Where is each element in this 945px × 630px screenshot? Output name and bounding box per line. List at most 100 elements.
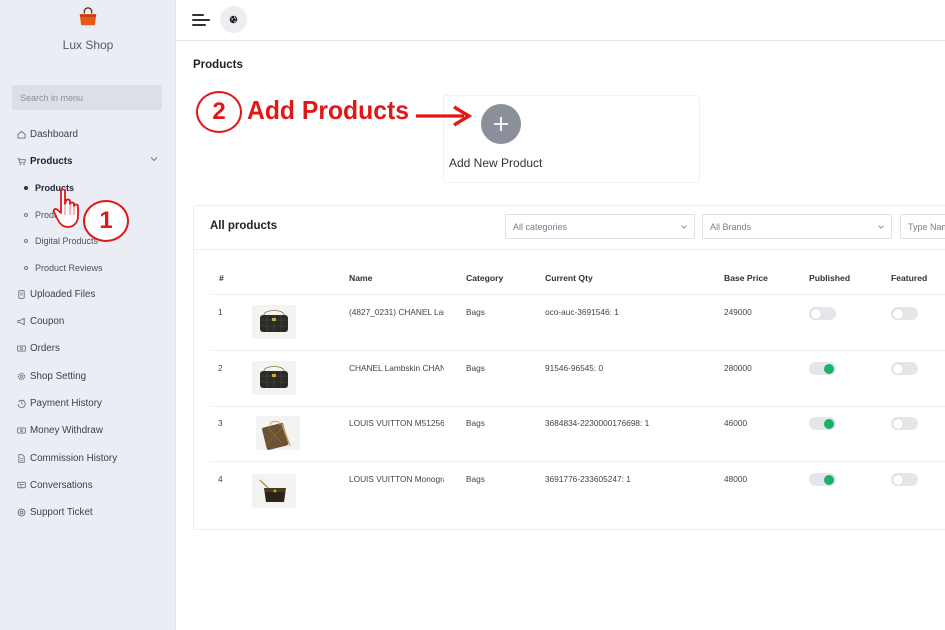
cell-current-qty: 3691776-233605247: 1 — [545, 474, 631, 484]
money-icon — [16, 425, 26, 435]
sidebar-item-label: Conversations — [30, 479, 93, 491]
published-toggle[interactable] — [809, 417, 836, 430]
col-header-name[interactable]: Name — [349, 273, 372, 283]
product-thumbnail[interactable] — [256, 416, 300, 450]
cell-name[interactable]: (4827_0231) CHANEL Lambskin — [349, 307, 444, 317]
annotation-step-2: 2 — [196, 91, 242, 133]
black-quilted-bag-image — [260, 310, 288, 332]
cell-name[interactable]: LOUIS VUITTON Monogram — [349, 474, 444, 484]
brand-select[interactable]: All Brands — [702, 214, 892, 239]
sidebar-item-products[interactable]: Products — [16, 151, 72, 171]
bullet-icon — [24, 213, 28, 217]
shopping-bag-icon — [79, 7, 97, 26]
sidebar-item-conversations[interactable]: Conversations — [16, 475, 93, 495]
cell-current-qty: oco-auc-3691546: 1 — [545, 307, 619, 317]
app-root: Lux Shop Dashboard Products Products — [0, 0, 945, 630]
featured-toggle[interactable] — [891, 473, 918, 486]
brand[interactable]: Lux Shop — [0, 6, 176, 52]
col-header-num: # — [219, 273, 224, 283]
category-select[interactable]: All categories — [505, 214, 695, 239]
menu-search-input[interactable] — [12, 85, 162, 110]
cell-num: 4 — [218, 474, 223, 484]
all-products-panel: All products All categories All Brands #… — [193, 205, 945, 530]
cell-category: Bags — [466, 418, 485, 428]
sidebar-item-payment-history[interactable]: Payment History — [16, 393, 102, 413]
chevron-down-icon — [878, 225, 884, 229]
chevron-down-icon — [681, 225, 687, 229]
cell-name[interactable]: LOUIS VUITTON M51256 Monogram — [349, 418, 444, 428]
cell-category: Bags — [466, 307, 485, 317]
product-thumbnail[interactable] — [252, 305, 296, 339]
sidebar-item-label: Products — [30, 155, 73, 167]
megaphone-icon — [16, 316, 26, 326]
sidebar-item-label: Money Withdraw — [30, 424, 103, 436]
cell-category: Bags — [466, 363, 485, 373]
sidebar-item-uploaded-files[interactable]: Uploaded Files — [16, 284, 95, 304]
annotation-step-1: 1 — [83, 200, 129, 242]
featured-toggle[interactable] — [891, 307, 918, 320]
sidebar-item-coupon[interactable]: Coupon — [16, 311, 64, 331]
add-new-product-card[interactable]: Add New Product — [443, 95, 700, 183]
cell-current-qty: 3684834-2230000176698: 1 — [545, 418, 650, 428]
plus-icon — [481, 104, 521, 144]
col-header-base-price[interactable]: Base Price — [724, 273, 768, 283]
product-thumbnail[interactable] — [252, 361, 296, 395]
category-select-value: All categories — [513, 221, 568, 232]
cell-num: 1 — [218, 307, 223, 317]
cell-base-price: 46000 — [724, 418, 748, 428]
money-icon — [16, 343, 26, 353]
gear-icon — [16, 371, 26, 381]
page-title: Products — [193, 59, 243, 71]
cell-base-price: 280000 — [724, 363, 752, 373]
cart-icon — [16, 156, 26, 166]
chevron-down-icon[interactable] — [150, 155, 158, 163]
published-toggle[interactable] — [809, 307, 836, 320]
cell-current-qty: 91546-96545: 0 — [545, 363, 604, 373]
featured-toggle[interactable] — [891, 362, 918, 375]
row-divider — [210, 461, 945, 462]
chat-icon — [16, 480, 26, 490]
sidebar-item-label: Orders — [30, 342, 60, 354]
sidebar-item-dashboard[interactable]: Dashboard — [16, 124, 78, 144]
language-globe-icon[interactable] — [220, 6, 247, 33]
sidebar-item-shop-setting[interactable]: Shop Setting — [16, 366, 86, 386]
history-icon — [16, 398, 26, 408]
file-icon — [16, 453, 26, 463]
row-divider — [210, 350, 945, 351]
cell-num: 2 — [218, 363, 223, 373]
black-quilted-bag-image — [260, 366, 288, 388]
monogram-bag-image — [262, 420, 291, 450]
sidebar-item-orders[interactable]: Orders — [16, 338, 60, 358]
sidebar: Lux Shop Dashboard Products Products — [0, 0, 176, 630]
panel-title: All products — [210, 220, 278, 232]
sidebar-item-money-withdraw[interactable]: Money Withdraw — [16, 420, 103, 440]
published-toggle[interactable] — [809, 473, 836, 486]
product-search-input[interactable] — [900, 214, 945, 239]
col-header-published: Published — [809, 273, 851, 283]
sidebar-item-label: Uploaded Files — [30, 288, 96, 300]
menu-toggle-icon[interactable] — [192, 12, 210, 28]
cell-name[interactable]: CHANEL Lambskin CHANEL — [349, 363, 444, 373]
divider — [194, 249, 945, 250]
sidebar-item-label: Support Ticket — [30, 506, 93, 518]
support-icon — [16, 507, 26, 517]
cell-base-price: 249000 — [724, 307, 752, 317]
col-header-current-qty[interactable]: Current Qty — [545, 273, 593, 283]
annotation-add-products-text: Add Products — [247, 95, 409, 125]
sidebar-item-support-ticket[interactable]: Support Ticket — [16, 502, 93, 522]
col-header-category[interactable]: Category — [466, 273, 503, 283]
bullet-icon — [24, 186, 28, 190]
sidebar-item-label: Commission History — [30, 452, 118, 464]
pointer-hand-icon — [52, 188, 79, 228]
bullet-icon — [24, 266, 28, 270]
monogram-shoulder-bag-image — [259, 479, 286, 502]
featured-toggle[interactable] — [891, 417, 918, 430]
sub-item-label: Product Reviews — [35, 263, 103, 273]
sub-item-digital-products[interactable]: Digital Products — [24, 233, 98, 249]
sub-item-product-reviews[interactable]: Product Reviews — [24, 260, 103, 276]
col-header-featured: Featured — [891, 273, 928, 283]
brand-name: Lux Shop — [62, 38, 114, 52]
sidebar-item-commission-history[interactable]: Commission History — [16, 448, 117, 468]
published-toggle[interactable] — [809, 362, 836, 375]
product-thumbnail[interactable] — [252, 474, 296, 508]
